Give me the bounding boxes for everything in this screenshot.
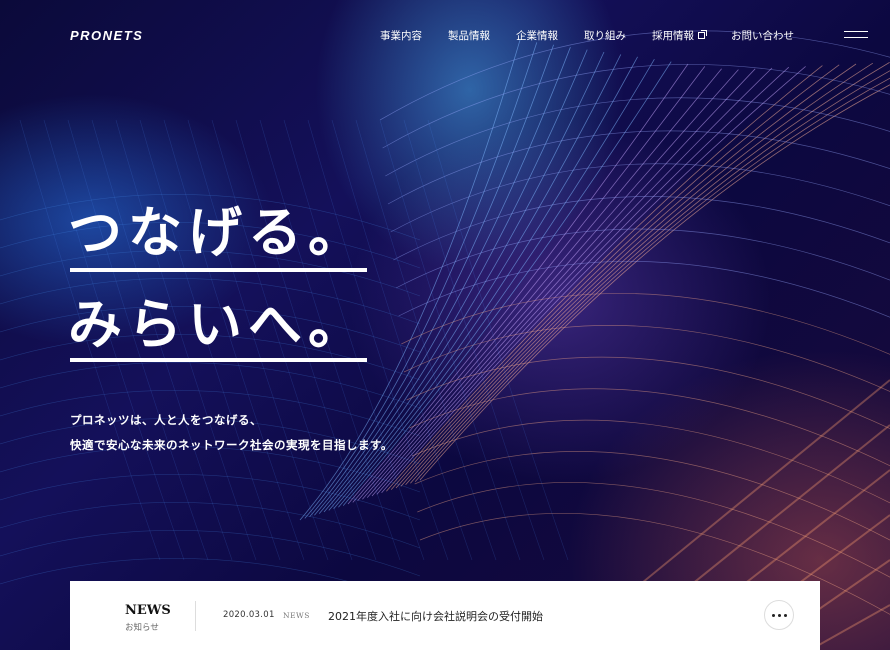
mesh-line (410, 70, 890, 484)
menu-line (844, 31, 868, 32)
mesh-line (390, 163, 890, 233)
nav-item-label: 製品情報 (448, 30, 490, 42)
global-nav: 事業内容 製品情報 企業情報 取り組み 採用情報 お問い合わせ (380, 28, 794, 43)
mesh-line (0, 361, 421, 409)
nav-item-initiatives[interactable]: 取り組み (584, 28, 626, 43)
hero-headline-line1: つなげる。 (68, 201, 368, 264)
mesh-line (347, 63, 689, 505)
mesh-line (405, 62, 890, 486)
mesh-line (414, 77, 890, 482)
site-logo[interactable]: PRONETS (70, 28, 143, 43)
mesh-line (395, 63, 857, 489)
mesh-line (376, 66, 790, 495)
hero-lead-text: プロネッツは、人と人をつなげる、 快適で安心な未来のネットワーク社会の実現を目指… (70, 408, 393, 458)
mesh-line (395, 228, 890, 289)
mesh-line (0, 529, 421, 577)
mesh-line (352, 66, 706, 503)
dot (777, 613, 781, 617)
news-section-title: NEWS (125, 603, 171, 618)
nav-item-recruit[interactable]: 採用情報 (652, 28, 707, 43)
nav-item-contact[interactable]: お問い合わせ (731, 28, 794, 43)
lead-line-2: 快適で安心な未来のネットワーク社会の実現を目指します。 (70, 438, 393, 452)
nav-item-label: お問い合わせ (731, 30, 794, 42)
headline-underline (70, 268, 367, 272)
hero-headline-line2: みらいへ。 (68, 293, 368, 356)
hamburger-menu-icon[interactable] (844, 30, 868, 40)
news-category: NEWS (283, 611, 310, 620)
nav-item-label: 採用情報 (652, 30, 694, 42)
news-date: 2020.03.01 (223, 610, 275, 620)
headline-underline (70, 358, 367, 362)
nav-item-label: 企業情報 (516, 30, 558, 42)
nav-item-label: 事業内容 (380, 30, 422, 42)
mesh-line (401, 293, 890, 355)
mesh-line (366, 68, 756, 498)
external-link-icon (698, 30, 707, 39)
dot (771, 613, 775, 617)
mesh-line (809, 604, 890, 650)
news-section-subtitle: お知らせ (125, 623, 159, 633)
dot (783, 613, 787, 617)
mesh-line (357, 68, 722, 502)
more-dots-icon[interactable] (764, 600, 794, 630)
mesh-line (419, 84, 890, 481)
mesh-line (0, 501, 421, 549)
nav-item-business[interactable]: 事業内容 (380, 28, 422, 43)
mesh-line (382, 64, 890, 149)
nav-item-products[interactable]: 製品情報 (448, 28, 490, 43)
nav-item-company[interactable]: 企業情報 (516, 28, 558, 43)
lead-line-1: プロネッツは、人と人をつなげる、 (70, 413, 262, 427)
mesh-line (411, 419, 890, 504)
mesh-line (393, 196, 890, 261)
menu-line (844, 37, 868, 38)
site-header: PRONETS 事業内容 製品情報 企業情報 取り組み 採用情報 お問い合わせ (0, 0, 890, 70)
news-headline-link[interactable]: 2021年度入社に向け会社説明会の受付開始 (328, 608, 543, 624)
news-bar: NEWS お知らせ 2020.03.01 NEWS 2021年度入社に向け会社説… (70, 581, 820, 650)
nav-item-label: 取り組み (584, 30, 626, 42)
news-divider (195, 601, 196, 631)
